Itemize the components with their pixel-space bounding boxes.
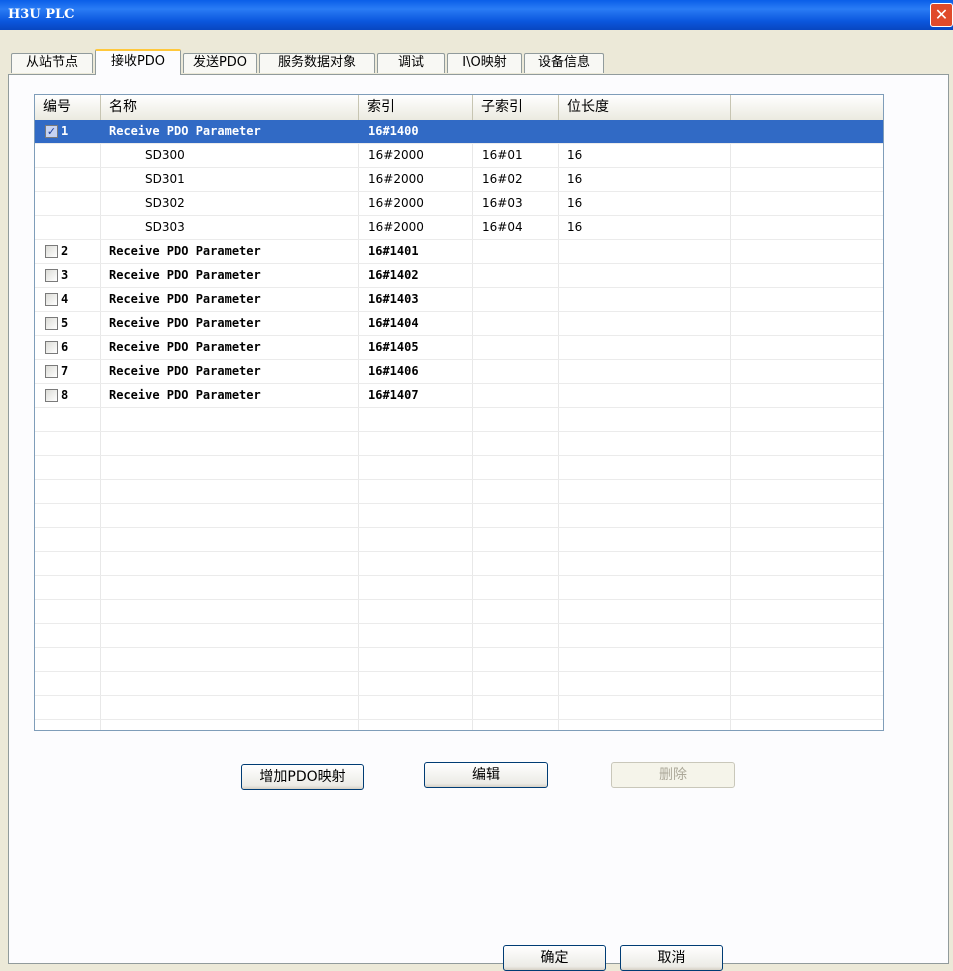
pdo-entry-row[interactable]: SD300 16#2000 16#01 16 bbox=[35, 144, 883, 168]
row-checkbox[interactable] bbox=[45, 269, 58, 282]
empty-row[interactable] bbox=[35, 696, 883, 720]
row-index: 16#1407 bbox=[368, 388, 419, 402]
row-name: Receive PDO Parameter bbox=[109, 340, 261, 354]
cancel-button[interactable]: 取消 bbox=[620, 945, 723, 971]
row-index: 16#1403 bbox=[368, 292, 419, 306]
row-number: 5 bbox=[61, 316, 69, 330]
window-title: H3U PLC bbox=[8, 7, 75, 22]
column-header-name[interactable]: 名称 bbox=[101, 95, 359, 120]
row-number: 6 bbox=[61, 340, 69, 354]
row-bit-length: 16 bbox=[567, 196, 583, 210]
row-number: 4 bbox=[61, 292, 69, 306]
empty-row[interactable] bbox=[35, 552, 883, 576]
ok-button[interactable]: 确定 bbox=[503, 945, 606, 971]
empty-row[interactable] bbox=[35, 600, 883, 624]
row-checkbox[interactable] bbox=[45, 365, 58, 378]
row-name: SD302 bbox=[145, 196, 185, 210]
empty-row[interactable] bbox=[35, 480, 883, 504]
empty-row[interactable] bbox=[35, 456, 883, 480]
empty-row[interactable] bbox=[35, 648, 883, 672]
pdo-row[interactable]: 7 Receive PDO Parameter 16#1406 bbox=[35, 360, 883, 384]
tab-device-info[interactable]: 设备信息 bbox=[524, 53, 604, 73]
column-header-index[interactable]: 索引 bbox=[359, 95, 473, 120]
row-name: SD300 bbox=[145, 148, 185, 162]
close-icon: ✕ bbox=[934, 5, 949, 24]
row-number: 3 bbox=[61, 268, 69, 282]
row-index: 16#2000 bbox=[368, 196, 424, 210]
empty-row[interactable] bbox=[35, 528, 883, 552]
row-index: 16#1406 bbox=[368, 364, 419, 378]
empty-row[interactable] bbox=[35, 408, 883, 432]
pdo-row[interactable]: 5 Receive PDO Parameter 16#1404 bbox=[35, 312, 883, 336]
row-index: 16#2000 bbox=[368, 172, 424, 186]
column-header-bit-length[interactable]: 位长度 bbox=[559, 95, 731, 120]
pdo-row[interactable]: 4 Receive PDO Parameter 16#1403 bbox=[35, 288, 883, 312]
empty-row[interactable] bbox=[35, 624, 883, 648]
pdo-entry-row[interactable]: SD301 16#2000 16#02 16 bbox=[35, 168, 883, 192]
add-pdo-mapping-button[interactable]: 增加PDO映射 bbox=[241, 764, 364, 790]
row-bit-length: 16 bbox=[567, 148, 583, 162]
row-checkbox[interactable] bbox=[45, 341, 58, 354]
row-name: Receive PDO Parameter bbox=[109, 268, 261, 282]
pdo-entry-row[interactable]: SD302 16#2000 16#03 16 bbox=[35, 192, 883, 216]
delete-button[interactable]: 删除 bbox=[611, 762, 735, 788]
row-subindex: 16#01 bbox=[482, 148, 523, 162]
pdo-row[interactable]: 6 Receive PDO Parameter 16#1405 bbox=[35, 336, 883, 360]
row-index: 16#1405 bbox=[368, 340, 419, 354]
empty-row[interactable] bbox=[35, 504, 883, 528]
row-index: 16#1404 bbox=[368, 316, 419, 330]
table-header: 编号 名称 索引 子索引 位长度 bbox=[35, 95, 883, 121]
row-number: 7 bbox=[61, 364, 69, 378]
row-index: 16#1401 bbox=[368, 244, 419, 258]
pdo-row[interactable]: 2 Receive PDO Parameter 16#1401 bbox=[35, 240, 883, 264]
row-checkbox[interactable] bbox=[45, 245, 58, 258]
empty-row[interactable] bbox=[35, 432, 883, 456]
row-index: 16#2000 bbox=[368, 220, 424, 234]
pdo-row[interactable]: 8 Receive PDO Parameter 16#1407 bbox=[35, 384, 883, 408]
empty-row[interactable] bbox=[35, 576, 883, 600]
empty-row[interactable] bbox=[35, 672, 883, 696]
row-name: Receive PDO Parameter bbox=[109, 364, 261, 378]
tab-slave-node[interactable]: 从站节点 bbox=[11, 53, 93, 73]
pdo-row[interactable]: ✓ 1 Receive PDO Parameter 16#1400 bbox=[35, 120, 883, 144]
pdo-table[interactable]: 编号 名称 索引 子索引 位长度 ✓ 1 Receive PDO Parameter… bbox=[34, 94, 884, 731]
row-number: 2 bbox=[61, 244, 69, 258]
column-header-subindex[interactable]: 子索引 bbox=[473, 95, 559, 120]
edit-button[interactable]: 编辑 bbox=[424, 762, 548, 788]
tab-send-pdo[interactable]: 发送PDO bbox=[183, 53, 257, 73]
row-bit-length: 16 bbox=[567, 172, 583, 186]
row-subindex: 16#04 bbox=[482, 220, 523, 234]
pdo-row[interactable]: 3 Receive PDO Parameter 16#1402 bbox=[35, 264, 883, 288]
row-name: Receive PDO Parameter bbox=[109, 388, 261, 402]
row-bit-length: 16 bbox=[567, 220, 583, 234]
row-checkbox[interactable] bbox=[45, 317, 58, 330]
row-number: 1 bbox=[61, 124, 69, 138]
row-name: SD303 bbox=[145, 220, 185, 234]
tab-io-mapping[interactable]: I\O映射 bbox=[447, 53, 522, 73]
row-index: 16#1400 bbox=[368, 124, 419, 138]
close-button[interactable]: ✕ bbox=[930, 3, 953, 27]
row-checkbox[interactable] bbox=[45, 389, 58, 402]
row-subindex: 16#03 bbox=[482, 196, 523, 210]
row-index: 16#2000 bbox=[368, 148, 424, 162]
tab-receive-pdo[interactable]: 接收PDO bbox=[95, 49, 181, 75]
tab-debug[interactable]: 调试 bbox=[377, 53, 445, 73]
row-number: 8 bbox=[61, 388, 69, 402]
tab-sdo[interactable]: 服务数据对象 bbox=[259, 53, 375, 73]
row-checkbox[interactable] bbox=[45, 293, 58, 306]
row-name: Receive PDO Parameter bbox=[109, 292, 261, 306]
pdo-entry-row[interactable]: SD303 16#2000 16#04 16 bbox=[35, 216, 883, 240]
column-header-number[interactable]: 编号 bbox=[35, 95, 101, 120]
row-name: Receive PDO Parameter bbox=[109, 316, 261, 330]
row-subindex: 16#02 bbox=[482, 172, 523, 186]
row-name: Receive PDO Parameter bbox=[109, 244, 261, 258]
row-name: Receive PDO Parameter bbox=[109, 124, 261, 138]
row-checkbox[interactable]: ✓ bbox=[45, 125, 58, 138]
row-name: SD301 bbox=[145, 172, 185, 186]
row-index: 16#1402 bbox=[368, 268, 419, 282]
title-bar[interactable]: H3U PLC ✕ bbox=[0, 0, 953, 30]
